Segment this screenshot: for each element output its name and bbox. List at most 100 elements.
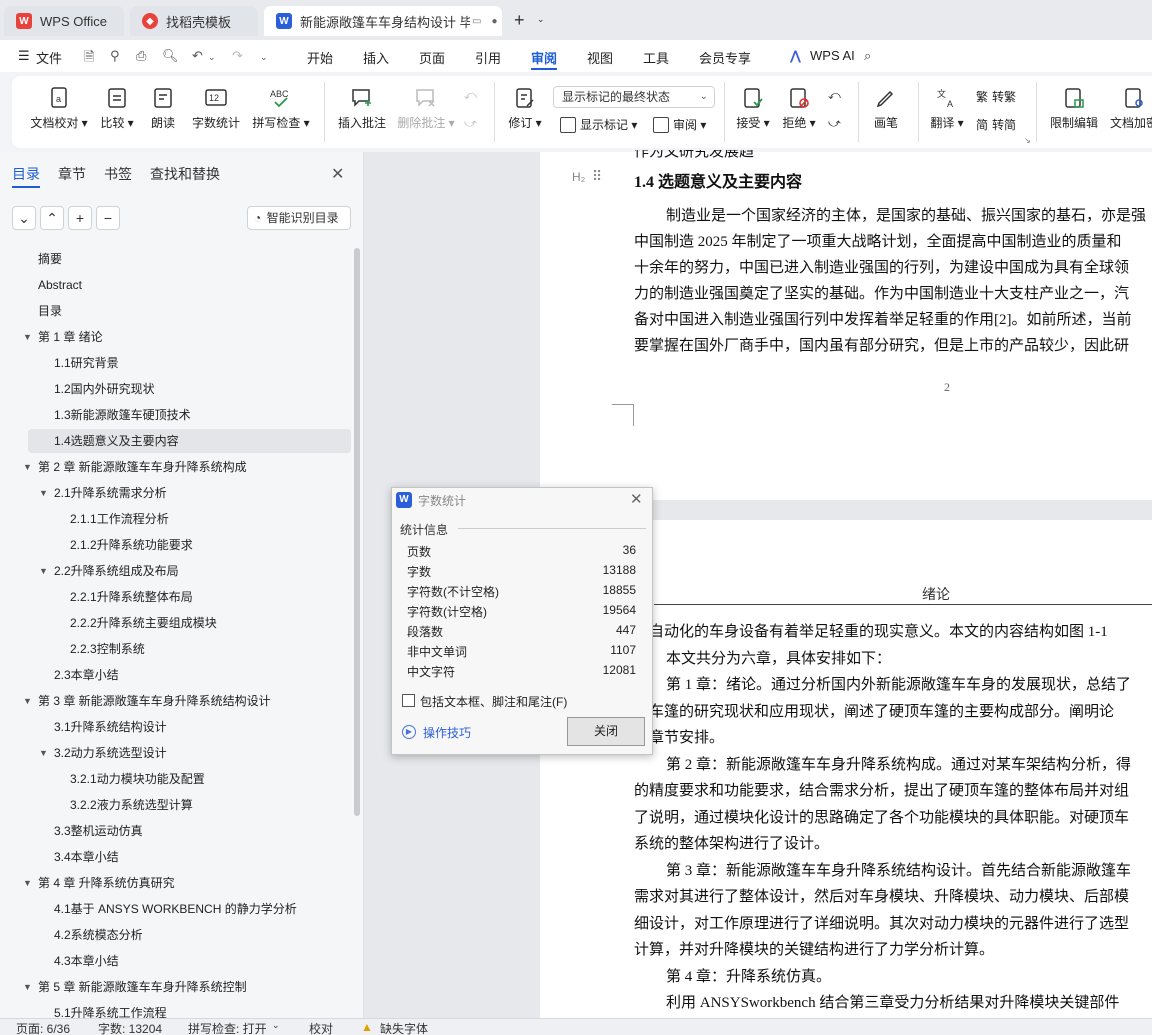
translate-button[interactable]: 文A 翻译 ▾: [928, 86, 966, 131]
search-icon[interactable]: ⌕: [864, 48, 871, 64]
toc-item[interactable]: 第 2 章 新能源敞篷车车身升降系统构成: [38, 454, 247, 480]
pen-button[interactable]: 画笔: [870, 86, 902, 131]
add-heading-icon[interactable]: +: [68, 206, 92, 230]
expand-triangle-icon[interactable]: ▼: [23, 332, 32, 342]
accept-button[interactable]: 接受 ▾: [734, 86, 772, 131]
to-traditional-button[interactable]: 繁 转繁: [976, 88, 1016, 105]
markup-display-select[interactable]: 显示标记的最终状态 ⌄: [553, 86, 715, 108]
quick-access-more-icon[interactable]: ⌄: [260, 52, 268, 63]
expand-triangle-icon[interactable]: ▼: [39, 748, 48, 758]
toc-item[interactable]: 2.2.2升降系统主要组成模块: [70, 610, 217, 636]
drag-handle-icon[interactable]: ⠿: [592, 168, 602, 185]
new-tab-plus-icon[interactable]: +: [514, 10, 525, 31]
expand-triangle-icon[interactable]: ▼: [23, 878, 32, 888]
next-change-icon[interactable]: ⤻: [828, 116, 841, 131]
save-icon[interactable]: 🗎: [84, 48, 94, 70]
print-preview-icon[interactable]: 🔍︎: [162, 48, 179, 64]
toc-item[interactable]: 2.2升降系统组成及布局: [54, 558, 179, 584]
tab-wps-office[interactable]: W WPS Office: [4, 6, 124, 36]
undo-icon[interactable]: ↶: [192, 48, 203, 64]
toc-item[interactable]: 1.2国内外研究现状: [54, 376, 155, 402]
toc-item[interactable]: 3.1升降系统结构设计: [54, 714, 167, 740]
chevron-down-icon[interactable]: ⌄: [272, 1020, 280, 1031]
status-page[interactable]: 页面: 6/36: [16, 1020, 70, 1035]
toc-item[interactable]: 2.2.1升降系统整体布局: [70, 584, 193, 610]
toc-item[interactable]: 1.3新能源敞篷车硬顶技术: [54, 402, 191, 428]
word-count-button[interactable]: 12 字数统计: [190, 86, 242, 131]
toc-item[interactable]: 摘要: [38, 246, 62, 272]
sidebar-tab-bookmarks[interactable]: 书签: [104, 164, 132, 184]
doc-check-button[interactable]: a 文档校对 ▾: [28, 86, 90, 131]
remove-heading-icon[interactable]: −: [96, 206, 120, 230]
toc-item[interactable]: 2.2.3控制系统: [70, 636, 145, 662]
close-icon[interactable]: ✕: [331, 164, 344, 184]
undo-dropdown-icon[interactable]: ⌄: [208, 52, 216, 63]
toc-item[interactable]: 3.3整机运动仿真: [54, 818, 143, 844]
expand-triangle-icon[interactable]: ▼: [23, 696, 32, 706]
sidebar-tab-find-replace[interactable]: 查找和替换: [150, 164, 220, 184]
toc-item[interactable]: 4.1基于 ANSYS WORKBENCH 的静力学分析: [54, 896, 297, 922]
tab-document[interactable]: W 新能源敞篷车车身结构设计 毕 ▭ ●: [264, 6, 502, 36]
toc-item[interactable]: 2.3本章小结: [54, 662, 119, 688]
prev-comment-icon[interactable]: ⤺: [464, 88, 477, 103]
toc-item[interactable]: Abstract: [38, 272, 82, 298]
toc-item[interactable]: 1.4选题意义及主要内容: [54, 428, 179, 454]
toc-item[interactable]: 3.2动力系统选型设计: [54, 740, 167, 766]
tips-link[interactable]: 操作技巧: [423, 724, 471, 741]
menu-review[interactable]: 审阅: [531, 48, 557, 67]
expand-triangle-icon[interactable]: ▼: [39, 566, 48, 576]
collapse-up-icon[interactable]: ⌃: [40, 206, 64, 230]
close-button[interactable]: 关闭: [567, 717, 645, 746]
menu-home[interactable]: 开始: [307, 48, 333, 67]
doc-encrypt-button[interactable]: 文档加密: [1108, 86, 1152, 131]
sidebar-scrollbar[interactable]: [354, 248, 360, 816]
menu-insert[interactable]: 插入: [363, 48, 389, 67]
share-icon[interactable]: ⚲: [110, 48, 120, 64]
tab-docer[interactable]: ◆ 找稻壳模板: [130, 6, 258, 36]
toc-item[interactable]: 1.1研究背景: [54, 350, 119, 376]
toc-item[interactable]: 2.1升降系统需求分析: [54, 480, 167, 506]
menu-wps-ai[interactable]: WPS AI: [810, 48, 855, 63]
reject-button[interactable]: 拒绝 ▾: [780, 86, 818, 131]
toc-item[interactable]: 3.2.2液力系统选型计算: [70, 792, 193, 818]
spell-check-button[interactable]: ABC 拼写检查 ▾: [252, 86, 310, 131]
status-proof[interactable]: 校对: [309, 1020, 333, 1035]
toc-item[interactable]: 4.2系统模态分析: [54, 922, 143, 948]
to-simplified-button[interactable]: 简 转简: [976, 116, 1016, 133]
delete-comment-button[interactable]: 删除批注 ▾: [396, 86, 456, 131]
toc-item[interactable]: 4.3本章小结: [54, 948, 119, 974]
ribbon-expand-icon[interactable]: ↘: [1024, 136, 1031, 145]
review-pane-button[interactable]: 审阅 ▾: [653, 116, 706, 133]
expand-triangle-icon[interactable]: ▼: [23, 462, 32, 472]
prev-change-icon[interactable]: ⤺: [828, 88, 841, 103]
toc-item[interactable]: 2.1.1工作流程分析: [70, 506, 169, 532]
expand-triangle-icon[interactable]: ▼: [23, 982, 32, 992]
menu-file[interactable]: 文件: [36, 48, 62, 67]
hamburger-icon[interactable]: ☰: [18, 48, 30, 64]
menu-tools[interactable]: 工具: [643, 48, 669, 67]
status-missing-font[interactable]: 缺失字体: [380, 1020, 428, 1035]
status-word-count[interactable]: 字数: 13204: [98, 1020, 162, 1035]
menu-view[interactable]: 视图: [587, 48, 613, 67]
revise-button[interactable]: 修订 ▾: [506, 86, 544, 131]
toc-item[interactable]: 2.1.2升降系统功能要求: [70, 532, 193, 558]
compare-button[interactable]: 比较 ▾: [98, 86, 136, 131]
menu-references[interactable]: 引用: [475, 48, 501, 67]
smart-toc-button[interactable]: ◔ 智能识别目录: [247, 206, 351, 230]
restrict-edit-button[interactable]: 限制编辑: [1048, 86, 1100, 131]
toc-item[interactable]: 3.2.1动力模块功能及配置: [70, 766, 205, 792]
status-spell-check[interactable]: 拼写检查: 打开: [188, 1020, 267, 1035]
toc-item[interactable]: 目录: [38, 298, 62, 324]
menu-page[interactable]: 页面: [419, 48, 445, 67]
expand-triangle-icon[interactable]: ▼: [39, 488, 48, 498]
sidebar-tab-toc[interactable]: 目录: [12, 164, 40, 184]
toc-item[interactable]: 第 3 章 新能源敞篷车车身升降系统结构设计: [38, 688, 271, 714]
redo-icon[interactable]: ↷: [232, 48, 243, 64]
print-icon[interactable]: ⎙: [136, 48, 146, 64]
toc-item[interactable]: 第 4 章 升降系统仿真研究: [38, 870, 175, 896]
toc-item[interactable]: 3.4本章小结: [54, 844, 119, 870]
read-aloud-button[interactable]: 朗读: [148, 86, 178, 131]
dialog-close-icon[interactable]: ✕: [630, 490, 643, 508]
collapse-down-icon[interactable]: ⌄: [12, 206, 36, 230]
menu-member[interactable]: 会员专享: [699, 48, 751, 67]
